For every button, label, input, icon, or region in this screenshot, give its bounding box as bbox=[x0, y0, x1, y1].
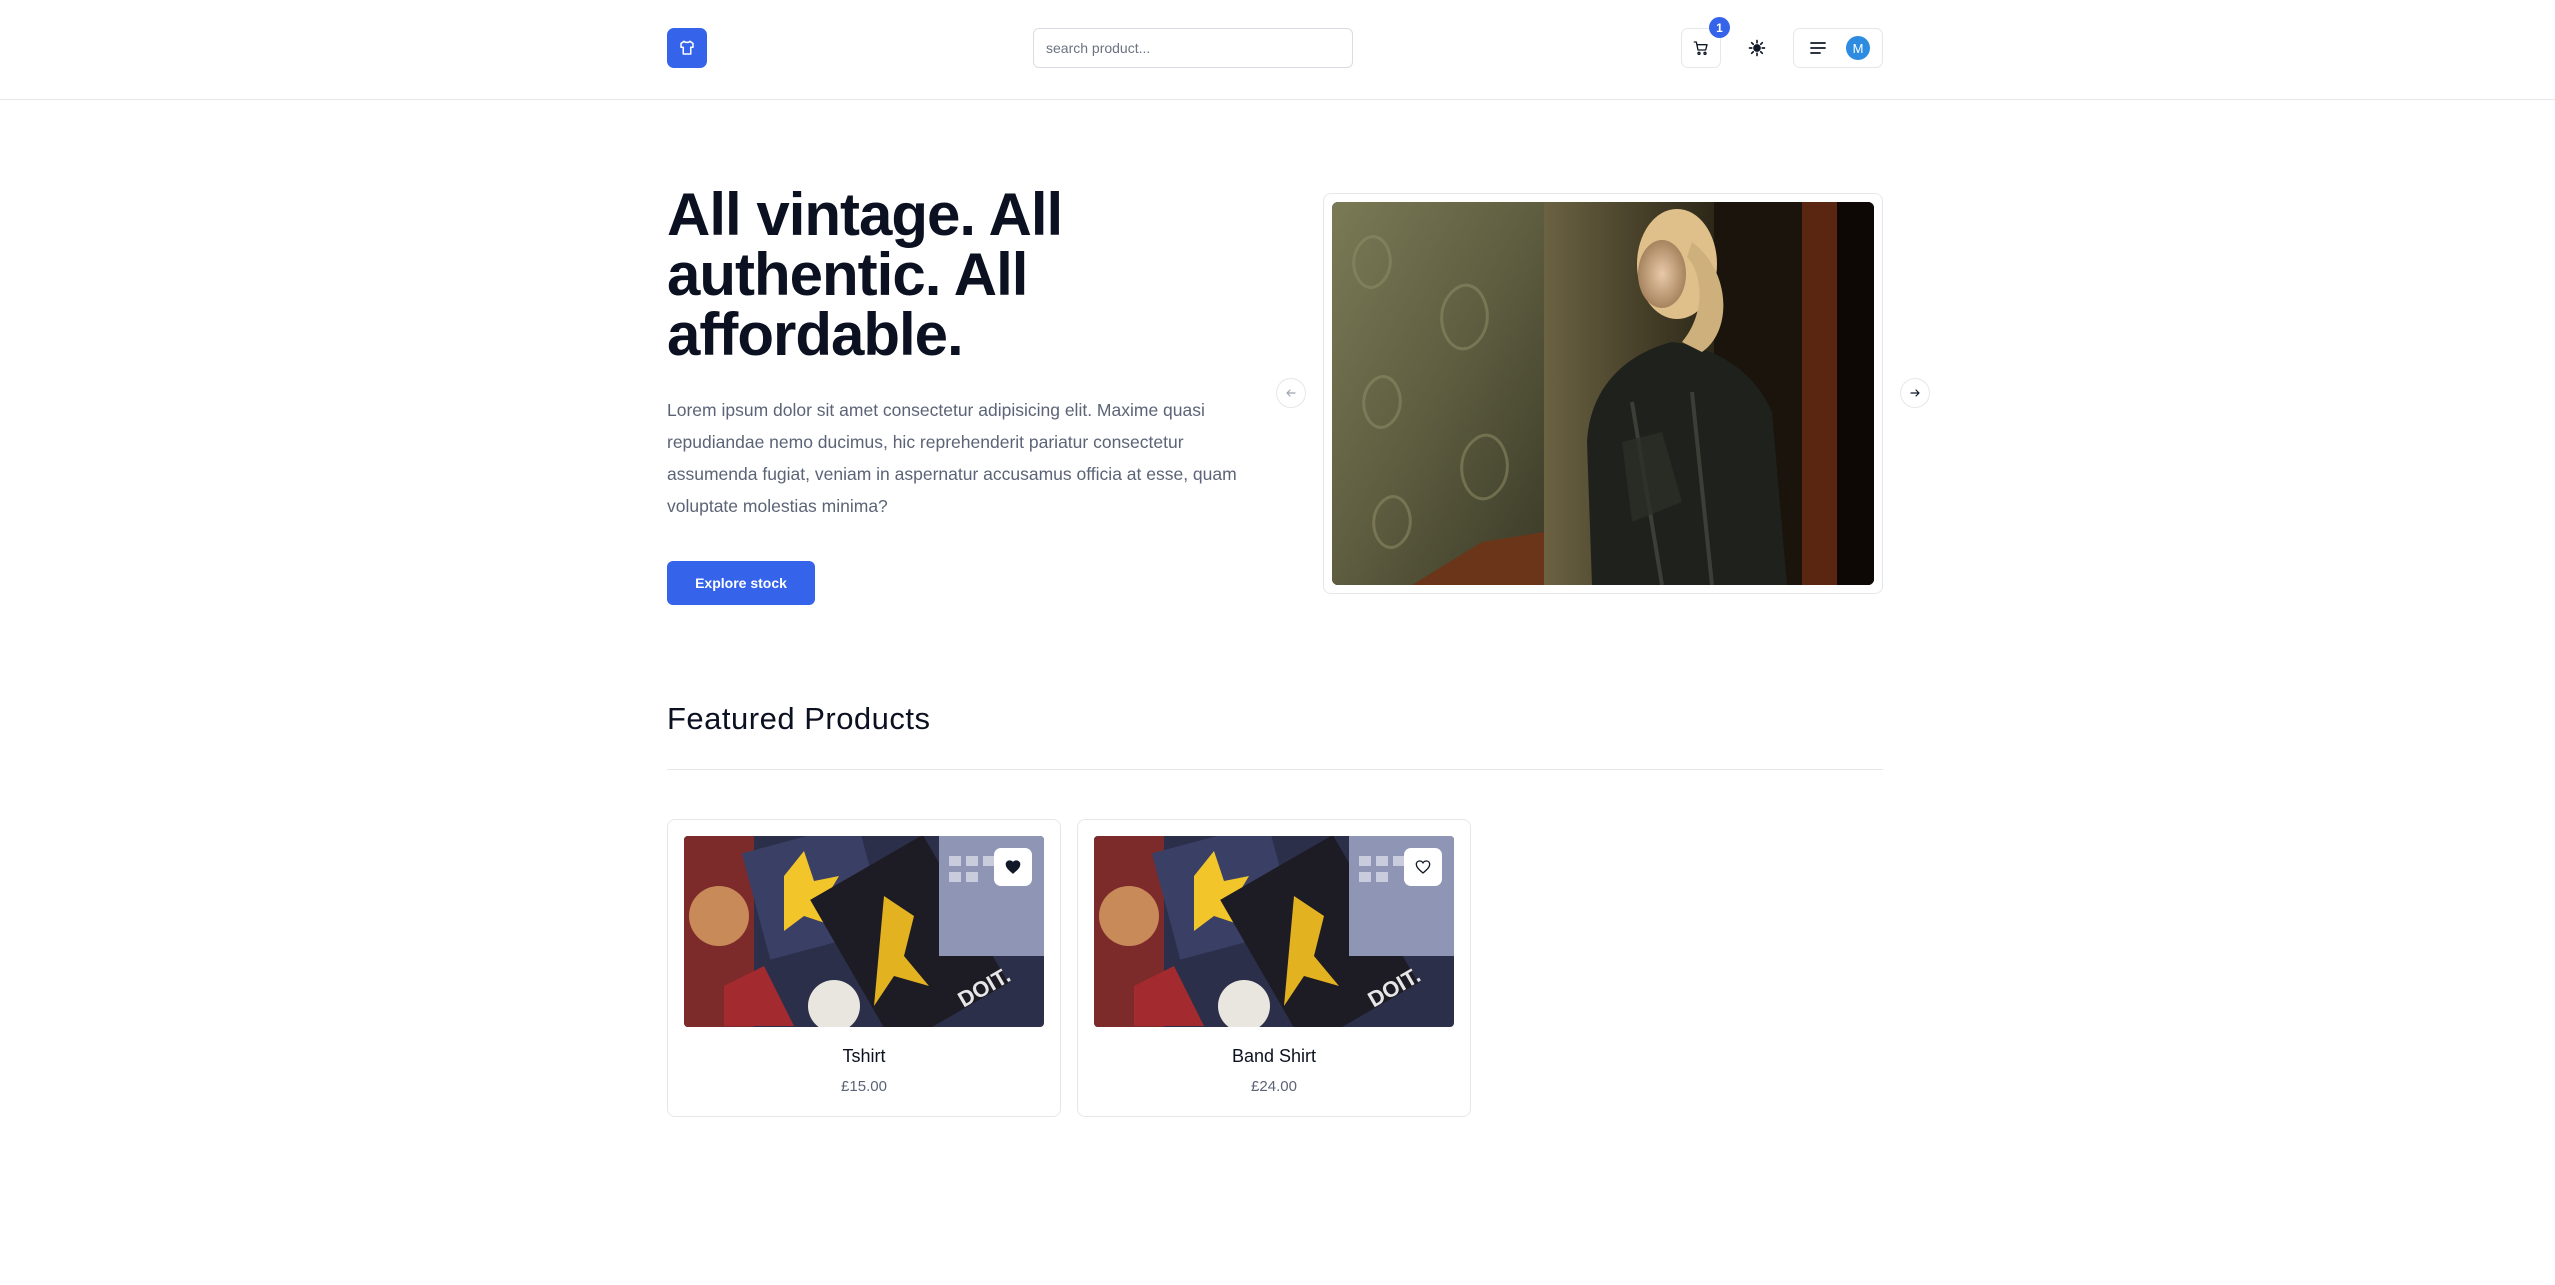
search-input[interactable] bbox=[1033, 28, 1353, 68]
product-name: Tshirt bbox=[842, 1046, 886, 1066]
hero-title: All vintage. All authentic. All affordab… bbox=[667, 181, 1063, 368]
product-card[interactable]: DOIT. Band Shirt £24.00 bbox=[1077, 819, 1471, 1117]
arrow-left-icon bbox=[1286, 389, 1296, 397]
theme-toggle-button[interactable] bbox=[1737, 28, 1777, 68]
shirt-icon bbox=[680, 40, 694, 55]
arrow-right-icon bbox=[1910, 389, 1920, 397]
sun-icon bbox=[1748, 39, 1766, 57]
hero-description: Lorem ipsum dolor sit amet consectetur a… bbox=[667, 400, 1237, 516]
carousel-prev-button[interactable] bbox=[1276, 378, 1306, 408]
product-image: DOIT. bbox=[684, 836, 1044, 1027]
explore-stock-button[interactable]: Explore stock bbox=[667, 561, 815, 605]
user-menu-button[interactable]: M bbox=[1793, 28, 1883, 68]
section-divider bbox=[667, 769, 1883, 770]
product-price: £15.00 bbox=[841, 1078, 887, 1095]
cart-count-badge: 1 bbox=[1709, 17, 1730, 38]
product-price: £24.00 bbox=[1251, 1078, 1297, 1095]
hamburger-icon bbox=[1810, 42, 1826, 54]
heart-outline-icon bbox=[1415, 860, 1431, 874]
avatar: M bbox=[1846, 36, 1870, 60]
product-card[interactable]: DOIT. Tshirt £15.00 bbox=[667, 819, 1061, 1117]
favorite-button[interactable] bbox=[994, 848, 1032, 886]
product-name: Band Shirt bbox=[1231, 1046, 1317, 1066]
featured-products-heading: Featured Products bbox=[667, 701, 931, 736]
hero-carousel bbox=[1323, 193, 1883, 594]
product-image: DOIT. bbox=[1094, 836, 1454, 1027]
favorite-button[interactable] bbox=[1404, 848, 1442, 886]
heart-filled-icon bbox=[1005, 860, 1021, 874]
navbar: 1 M bbox=[0, 0, 2555, 100]
cart-icon bbox=[1693, 41, 1708, 55]
hero-carousel-image bbox=[1332, 202, 1874, 585]
home-logo-button[interactable] bbox=[667, 28, 707, 68]
carousel-next-button[interactable] bbox=[1900, 378, 1930, 408]
